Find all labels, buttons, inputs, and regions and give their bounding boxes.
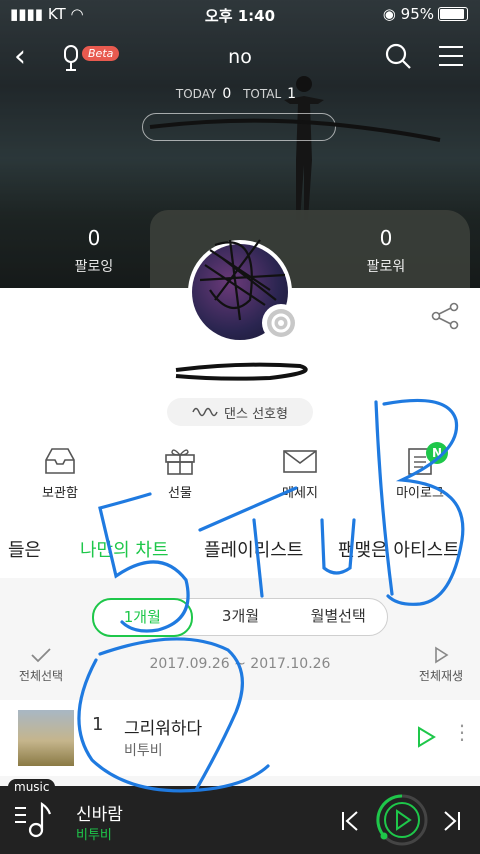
gift-icon (165, 449, 195, 475)
envelope-icon (283, 450, 317, 473)
song-title: 그리워하다 (124, 719, 203, 739)
album-art (18, 710, 74, 766)
following-count: 0 (87, 226, 101, 250)
total-label: TOTAL (243, 87, 282, 101)
follower-stat[interactable]: 0 팔로워 (326, 226, 446, 276)
player-song-title: 신바람 (76, 805, 123, 825)
share-icon[interactable] (430, 302, 460, 330)
play-all-button[interactable]: 전체재생 (414, 646, 468, 684)
play-all-label: 전체재생 (418, 669, 464, 683)
list-item[interactable]: 1 그리워하다 비투비 ⋮ (0, 700, 480, 776)
gear-icon (267, 309, 295, 337)
period-monthly[interactable]: 월별선택 (289, 599, 387, 635)
previous-icon[interactable] (340, 810, 360, 832)
today-label: TODAY (175, 87, 217, 101)
menu-icon[interactable] (438, 44, 464, 68)
action-storage[interactable]: 보관함 (20, 446, 100, 501)
action-storage-label: 보관함 (42, 486, 78, 501)
date-range: 2017.09.26 ~ 2017.10.26 (149, 656, 331, 672)
action-message-label: 메세지 (282, 486, 318, 501)
visit-counts: TODAY 0 TOTAL 1 (0, 86, 480, 102)
play-outline-icon (435, 646, 449, 664)
music-tag: music (8, 779, 56, 795)
action-gift-label: 선물 (168, 486, 192, 501)
action-gift[interactable]: 선물 (140, 446, 220, 501)
profile-actions: 보관함 선물 메세지 N 마이로그 (0, 442, 480, 506)
wave-icon (192, 407, 218, 417)
battery-percent: 95% (400, 5, 434, 23)
follower-count: 0 (379, 226, 393, 250)
follower-label: 팔로워 (366, 259, 406, 275)
mini-player: 신바람 비투비 (0, 786, 480, 854)
status-bar: ▮▮▮▮ KT ◠ 오후 1:40 ◉ 95% (0, 0, 480, 28)
genre-label: 댄스 선호형 (224, 406, 288, 422)
player-artist: 비투비 (76, 828, 112, 843)
playlist-note-icon[interactable] (14, 800, 54, 840)
following-stat[interactable]: 0 팔로잉 (34, 226, 154, 276)
top-nav: ‹ Beta no (0, 38, 480, 78)
period-3-month[interactable]: 3개월 (192, 599, 290, 635)
profile-tabs: 들은 나만의 차트 플레이리스트 팬맺은 아티스트 (0, 522, 480, 570)
play-button[interactable] (374, 792, 430, 848)
username-redaction (175, 362, 308, 381)
song-artist: 비투비 (124, 743, 163, 759)
play-icon[interactable] (416, 726, 436, 748)
total-count: 1 (287, 86, 297, 102)
profile-message-pill[interactable] (142, 113, 336, 141)
tab-fan-artists[interactable]: 팬맺은 아티스트 (338, 536, 460, 562)
following-label: 팔로잉 (74, 259, 114, 275)
action-message[interactable]: 메세지 (260, 446, 340, 501)
search-icon[interactable] (384, 42, 412, 70)
tab-listened[interactable]: 들은 (8, 536, 41, 562)
tab-playlist[interactable]: 플레이리스트 (204, 536, 303, 562)
new-badge: N (426, 442, 448, 464)
song-rank: 1 (92, 714, 104, 735)
settings-gear-button[interactable] (262, 304, 300, 342)
rotation-lock-icon: ◉ (382, 5, 396, 23)
tab-my-chart[interactable]: 나만의 차트 (80, 536, 169, 562)
today-count: 0 (222, 86, 232, 102)
period-selector: 1개월 3개월 월별선택 (91, 597, 388, 637)
next-icon[interactable] (442, 810, 462, 832)
inbox-icon (45, 448, 75, 474)
action-mylog[interactable]: N 마이로그 (380, 442, 460, 501)
battery-icon (438, 7, 468, 21)
action-mylog-label: 마이로그 (396, 486, 444, 501)
period-1-month[interactable]: 1개월 (91, 597, 194, 637)
genre-badge[interactable]: 댄스 선호형 (167, 398, 313, 426)
more-options-icon[interactable]: ⋮ (452, 722, 472, 742)
